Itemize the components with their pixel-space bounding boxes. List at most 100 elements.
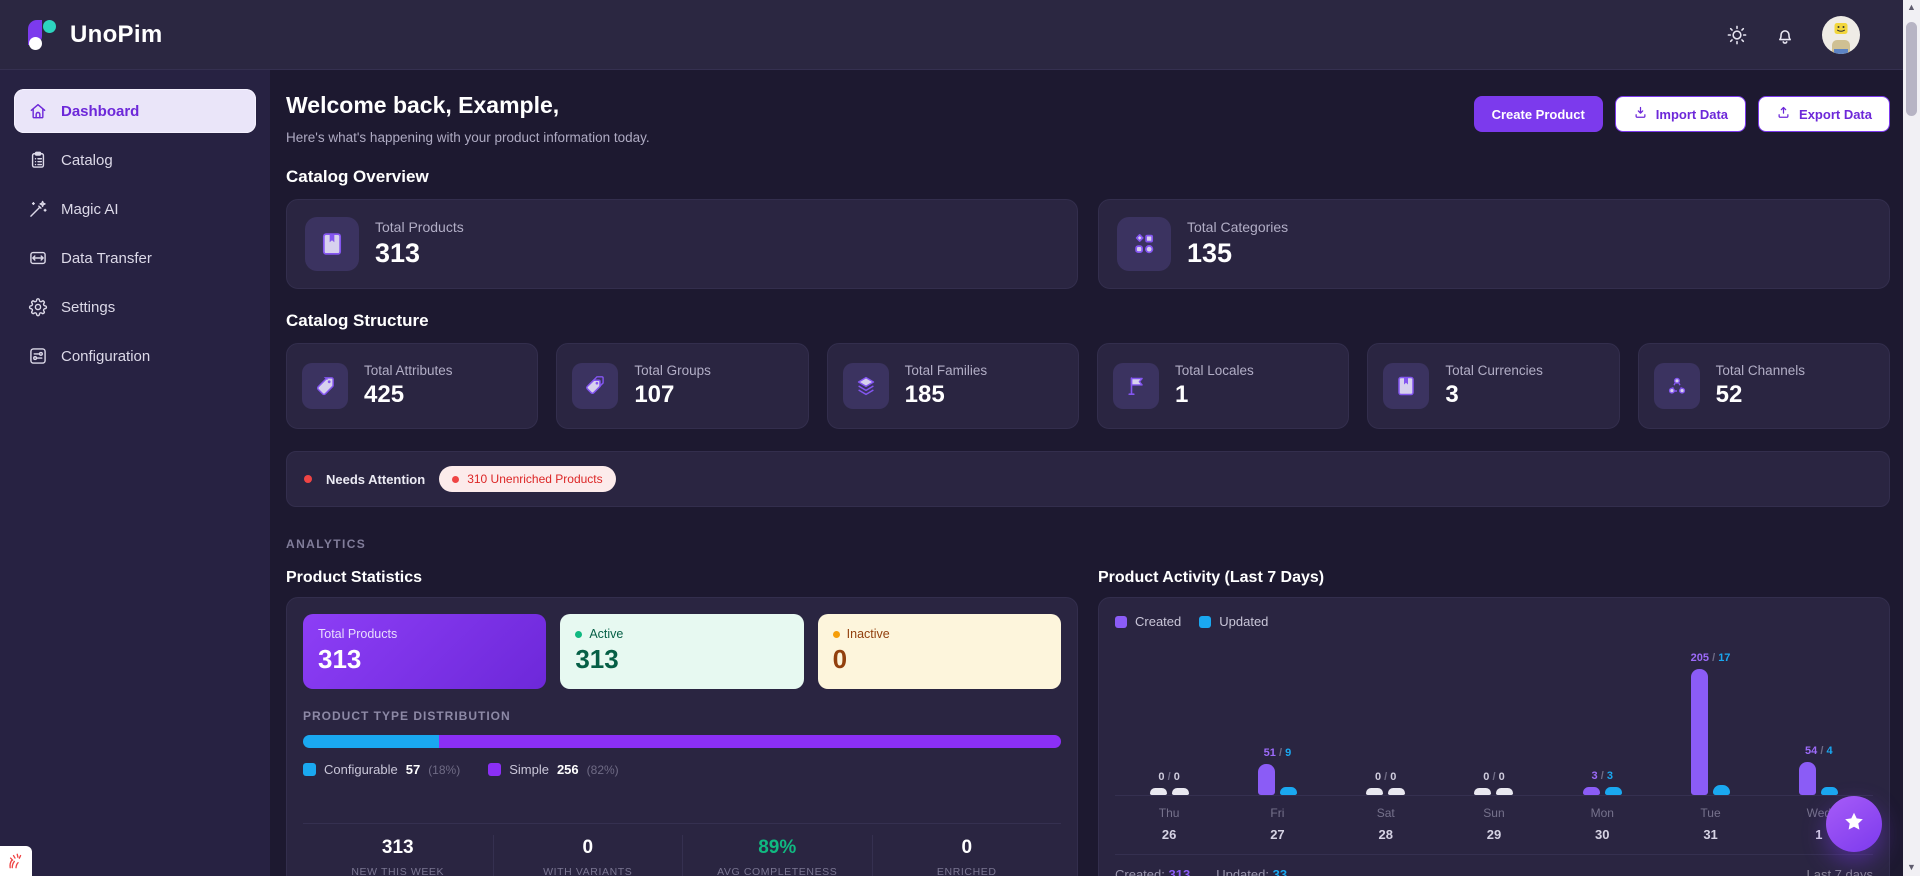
updated-total: Updated: 33 [1216, 867, 1288, 876]
stat-card-active: Active 313 [560, 614, 804, 689]
created-bar [1257, 764, 1275, 795]
sidebar-item-label: Configuration [61, 347, 151, 365]
sidebar-item-label: Settings [61, 298, 116, 316]
day-name: Tue [1700, 806, 1721, 820]
product-statistics-heading: Product Statistics [286, 569, 423, 586]
updated-bar [1604, 787, 1622, 795]
share-nodes-icon [1653, 363, 1700, 409]
stat-card-value: 313 [575, 644, 619, 674]
home-icon [28, 101, 48, 121]
sidebar-item-settings[interactable]: Settings [14, 285, 256, 329]
download-icon [1633, 105, 1648, 123]
updated-bar [1821, 787, 1839, 795]
day-date: 26 [1161, 827, 1177, 842]
export-data-button[interactable]: Export Data [1758, 96, 1890, 132]
create-product-button[interactable]: Create Product [1473, 96, 1603, 132]
top-header: UnoPim [0, 0, 1920, 70]
status-dot-icon [575, 630, 583, 638]
page-title: Welcome back, Example, [286, 92, 560, 118]
created-bar [1582, 787, 1600, 795]
sidebar-item-label: Catalog [61, 151, 113, 169]
activity-legend: Created Updated [1115, 614, 1873, 629]
statistics-footer: 313 NEW THIS WEEK 0 WITH VARIANTS 89% AVG … [303, 823, 1061, 876]
product-statistics-card: Total Products 313 Active 313 Inactive 0… [286, 597, 1078, 876]
avatar[interactable] [1822, 15, 1860, 54]
legend-item-configurable: Configurable 57 (18%) [303, 762, 460, 777]
scroll-down-arrow-icon[interactable]: ▼ [1907, 860, 1916, 874]
distribution-bar [303, 735, 1061, 748]
updated-bar [1496, 788, 1514, 795]
layers-icon [842, 363, 889, 409]
sidebar-item-dashboard[interactable]: Dashboard [14, 89, 256, 133]
kpi-card-total-currencies: Total Currencies 3 [1367, 343, 1620, 429]
bar-value-label: 205 / 17 [1690, 652, 1731, 664]
book-bookmark-icon [305, 217, 359, 271]
footer-stat-label: AVG COMPLETENESS [717, 866, 838, 876]
star-icon [1842, 810, 1866, 839]
book-bookmark-icon [1383, 363, 1430, 409]
activity-column-tue-31: 205 / 17 [1656, 633, 1764, 795]
flag-icon [1112, 363, 1159, 409]
kpi-card-total-channels: Total Channels 52 [1637, 343, 1890, 429]
import-data-button[interactable]: Import Data [1614, 96, 1747, 132]
scroll-up-arrow-icon[interactable]: ▲ [1907, 0, 1916, 14]
activity-column-sat-28: 0 / 0 [1332, 633, 1440, 795]
kpi-value: 135 [1187, 238, 1233, 268]
day-name: Mon [1590, 806, 1614, 820]
bar-value-label: 54 / 4 [1805, 745, 1833, 757]
catalog-structure-cards: Total Attributes 425 Total Groups 107 To… [286, 343, 1890, 429]
product-activity-card: Created Updated 0 / 0 51 / 9 0 / 0 0 / 0 [1098, 597, 1890, 876]
day-date: 27 [1270, 827, 1285, 842]
product-statistics-section: Product Statistics Total Products 313 Ac… [286, 559, 1078, 876]
sliders-icon [28, 346, 48, 366]
tag-icon [302, 363, 348, 409]
floating-action-button[interactable] [1826, 796, 1882, 852]
unenriched-products-badge[interactable]: 310 Unenriched Products [439, 466, 616, 492]
analytics-section-label: ANALYTICS [286, 537, 367, 551]
magic-wand-icon [28, 199, 48, 219]
shapes-icon [1117, 217, 1171, 271]
activity-footer: Created: 313 Updated: 33 Last 7 days [1115, 854, 1873, 876]
activity-chart: 0 / 0 51 / 9 0 / 0 0 / 0 3 / 3 205 / 17 … [1115, 633, 1873, 795]
debugbar-icon[interactable] [0, 846, 32, 876]
sidebar-item-catalog[interactable]: Catalog [14, 138, 256, 182]
footer-stat-with-variants: 0 WITH VARIANTS [492, 835, 683, 876]
sidebar-item-data-transfer[interactable]: Data Transfer [14, 236, 256, 280]
stat-card-label: Inactive [832, 627, 1046, 641]
sidebar-item-configuration[interactable]: Configuration [14, 334, 256, 378]
tags-icon [572, 363, 619, 409]
kpi-value: 313 [375, 238, 421, 268]
kpi-value: 107 [634, 381, 675, 408]
unenriched-products-label: 310 Unenriched Products [467, 472, 603, 486]
footer-stat-enriched: 0 ENRICHED [871, 835, 1062, 876]
main-content: Welcome back, Example, Here's what's hap… [270, 70, 1920, 876]
day-date: 29 [1486, 827, 1502, 842]
sidebar-item-magic-ai[interactable]: Magic AI [14, 187, 256, 231]
updated-bar [1279, 787, 1297, 795]
created-bar [1474, 788, 1492, 795]
day-name: Thu [1158, 806, 1180, 820]
catalog-overview-cards: Total Products 313 Total Categories 135 [286, 199, 1890, 289]
created-total: Created: 313 [1115, 867, 1191, 876]
scrollbar[interactable]: ▲ ▼ [1903, 0, 1920, 876]
updated-bar [1388, 788, 1406, 795]
kpi-card-total-products: Total Products 313 [286, 199, 1078, 289]
footer-stat-value: 0 [961, 837, 973, 858]
sun-icon[interactable] [1726, 24, 1748, 46]
scrollbar-thumb[interactable] [1906, 22, 1917, 116]
kpi-label: Total Channels [1715, 363, 1805, 378]
day-label-sun: Sun 29 [1440, 806, 1548, 842]
day-name: Fri [1270, 806, 1285, 820]
day-label-thu: Thu 26 [1115, 806, 1223, 842]
bell-icon[interactable] [1774, 24, 1796, 46]
day-name: Sat [1376, 806, 1395, 820]
stat-card-total-products: Total Products 313 [303, 614, 547, 689]
distribution-heading: PRODUCT TYPE DISTRIBUTION [303, 709, 511, 723]
bar-value-label: 0 / 0 [1483, 771, 1505, 783]
unopim-logo-icon [24, 17, 60, 53]
kpi-card-total-categories: Total Categories 135 [1098, 199, 1890, 289]
footer-stat-label: NEW THIS WEEK [351, 866, 445, 876]
kpi-card-total-groups: Total Groups 107 [556, 343, 809, 429]
day-label-tue: Tue 31 [1656, 806, 1764, 842]
day-date: 30 [1595, 827, 1610, 842]
